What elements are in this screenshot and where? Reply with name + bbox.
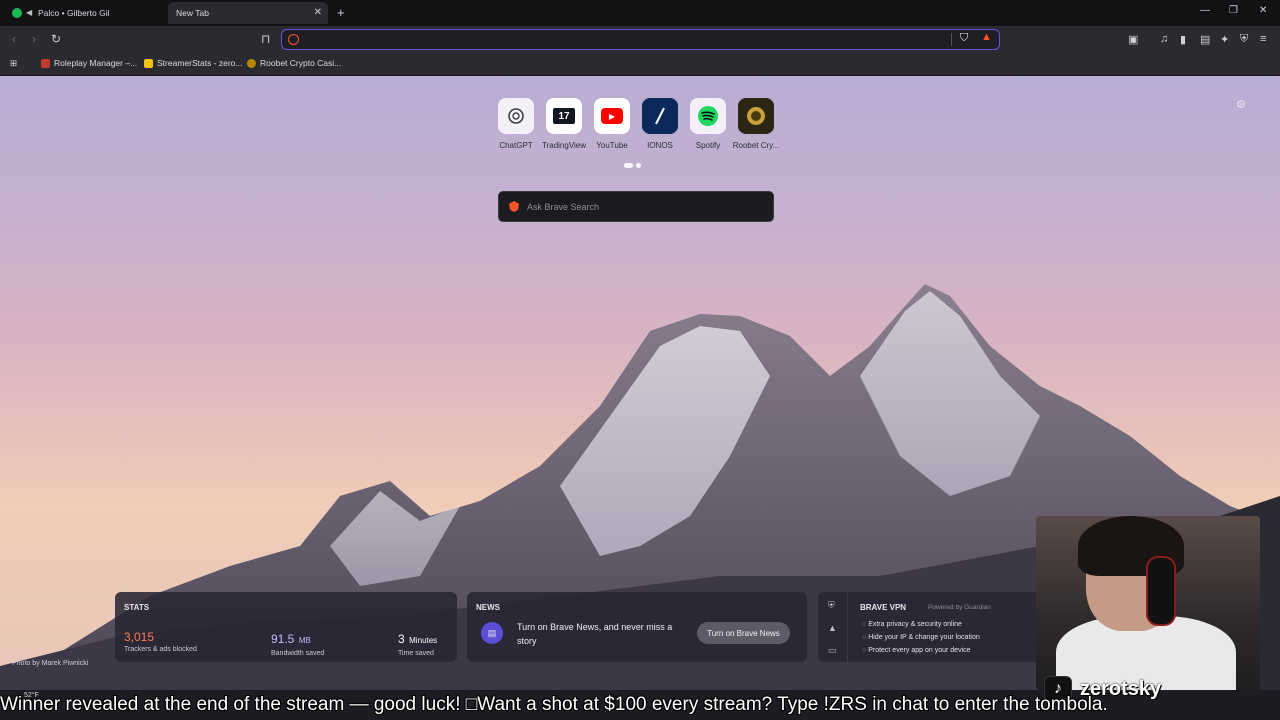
stat-caption: Time saved bbox=[398, 650, 434, 657]
ionos-icon bbox=[642, 98, 678, 134]
brave-rewards-icon[interactable]: ▲ bbox=[981, 31, 992, 43]
stat-value: 3,015 bbox=[124, 630, 155, 644]
top-site-spotify[interactable]: Spotify bbox=[684, 98, 732, 150]
minimize-icon[interactable]: — bbox=[1200, 5, 1210, 16]
search-placeholder: Ask Brave Search bbox=[527, 201, 600, 212]
talk-icon[interactable]: ▭ bbox=[828, 645, 837, 656]
top-site-ionos[interactable]: IONOS bbox=[636, 98, 684, 150]
back-icon[interactable]: ‹ bbox=[12, 32, 16, 46]
photo-credit[interactable]: Photo by Marek Piwnicki bbox=[12, 660, 88, 667]
new-tab-page: ⚙ ChatGPT 17 TradingView ▶ YouTube IONOS bbox=[0, 76, 1280, 690]
widget-title: NEWS bbox=[476, 603, 500, 612]
stat-time-saved: 3 Minutes Time saved bbox=[398, 630, 437, 657]
turn-on-news-button[interactable]: Turn on Brave News bbox=[697, 622, 790, 644]
vpn-feature: Protect every app on your device bbox=[862, 647, 970, 654]
bookmark-favicon bbox=[144, 58, 153, 68]
bookmark-label: Roleplay Manager –... bbox=[54, 58, 138, 68]
top-site-chatgpt[interactable]: ChatGPT bbox=[492, 98, 540, 150]
vpn-feature: Extra privacy & security online bbox=[862, 621, 962, 628]
rewards-triangle-icon[interactable]: ▲ bbox=[828, 623, 837, 633]
stat-value: 91.5 bbox=[271, 632, 295, 646]
roobet-icon bbox=[738, 98, 774, 134]
news-widget: NEWS ▤ Turn on Brave News, and never mis… bbox=[467, 592, 807, 662]
divider bbox=[951, 33, 952, 46]
brave-lion-icon bbox=[509, 201, 519, 212]
top-site-roobet[interactable]: Roobet Cry... bbox=[732, 98, 780, 150]
audio-playing-icon[interactable]: ◀ bbox=[26, 9, 34, 17]
widget-title: STATS bbox=[124, 603, 150, 612]
headset bbox=[1146, 556, 1176, 626]
search-box[interactable]: Ask Brave Search bbox=[498, 191, 774, 222]
top-site-youtube[interactable]: ▶ YouTube bbox=[588, 98, 636, 150]
top-site-label: Spotify bbox=[695, 141, 721, 150]
new-tab-button[interactable]: + bbox=[337, 5, 345, 20]
webcam-overlay bbox=[1036, 516, 1260, 690]
top-sites-pager[interactable] bbox=[624, 163, 641, 168]
news-icon: ▤ bbox=[481, 622, 503, 644]
stat-bandwidth-saved: 91.5 MB Bandwidth saved bbox=[271, 630, 324, 657]
tab-palco[interactable]: ◀ Palco • Gilberto Gil bbox=[4, 2, 164, 24]
tab-strip: ◀ Palco • Gilberto Gil New Tab ✕ + — ❐ ✕ bbox=[0, 0, 1280, 26]
top-site-tradingview[interactable]: 17 TradingView bbox=[540, 98, 588, 150]
chatgpt-icon bbox=[498, 98, 534, 134]
bookmark-roleplay-manager[interactable]: Roleplay Manager –... bbox=[41, 58, 137, 68]
stream-ticker: Winner revealed at the end of the stream… bbox=[0, 694, 1108, 715]
bookmark-favicon bbox=[41, 58, 50, 68]
menu-icon[interactable]: ≡ bbox=[1260, 33, 1266, 45]
bookmark-icon[interactable]: ⊓ bbox=[261, 32, 270, 46]
tab-new-tab[interactable]: New Tab ✕ bbox=[168, 2, 328, 24]
stat-value: 3 bbox=[398, 632, 405, 646]
apps-grid-icon[interactable]: ⊞ bbox=[10, 58, 17, 69]
vpn-icon[interactable]: ⛨ bbox=[1240, 33, 1248, 46]
tab-title: Palco • Gilberto Gil bbox=[38, 8, 110, 18]
stat-caption: Trackers & ads blocked bbox=[124, 646, 197, 653]
leo-ai-icon[interactable]: ✦ bbox=[1220, 33, 1229, 46]
vpn-shield-icon[interactable]: ⛨ bbox=[828, 600, 835, 611]
reload-icon[interactable]: ↻ bbox=[51, 32, 61, 46]
bookmarks-bar: ⊞ Roleplay Manager –... StreamerStats - … bbox=[0, 54, 1280, 76]
browser-toolbar: ‹ › ↻ ⊓ ⛉ ▲ ▣ ♫ ▮ ▤ ✦ ⛨ ≡ bbox=[0, 26, 1280, 54]
bookmark-label: Roobet Crypto Casi... bbox=[260, 58, 342, 68]
spotify-icon bbox=[12, 8, 22, 18]
wallet-icon[interactable]: ▤ bbox=[1200, 33, 1210, 46]
close-tab-icon[interactable]: ✕ bbox=[314, 7, 322, 18]
brave-lion-icon bbox=[288, 34, 299, 45]
bookmark-roobet[interactable]: Roobet Crypto Casi... bbox=[247, 58, 341, 68]
stat-unit: Minutes bbox=[409, 636, 438, 645]
bookmark-label: StreamerStats - zero... bbox=[157, 58, 243, 68]
top-sites: ChatGPT 17 TradingView ▶ YouTube IONOS S… bbox=[492, 98, 780, 150]
media-icon[interactable]: ♫ bbox=[1160, 33, 1168, 45]
top-site-label: IONOS bbox=[647, 141, 673, 150]
pager-dot[interactable] bbox=[636, 163, 641, 168]
widget-switcher: ⛨ ▲ ▭ bbox=[818, 592, 848, 662]
sidebar-panel-icon[interactable]: ▣ bbox=[1128, 33, 1138, 46]
customize-settings-icon[interactable]: ⚙ bbox=[1236, 98, 1246, 111]
bookmark-streamerstats[interactable]: StreamerStats - zero... bbox=[144, 58, 243, 68]
spotify-icon bbox=[690, 98, 726, 134]
stat-trackers-blocked: 3,015 Trackers & ads blocked bbox=[124, 630, 197, 653]
news-promo-text: Turn on Brave News, and never miss a sto… bbox=[517, 622, 673, 646]
top-site-label: ChatGPT bbox=[499, 141, 533, 150]
vpn-widget: ⛨ ▲ ▭ BRAVE VPN Powered by Guardian Extr… bbox=[818, 592, 1048, 662]
bookmark-favicon bbox=[247, 58, 256, 68]
close-window-icon[interactable]: ✕ bbox=[1259, 5, 1267, 16]
stat-caption: Bandwidth saved bbox=[271, 650, 325, 657]
youtube-icon: ▶ bbox=[594, 98, 630, 134]
address-bar[interactable]: ⛉ ▲ bbox=[281, 29, 1000, 50]
top-site-label: YouTube bbox=[596, 141, 628, 150]
maximize-icon[interactable]: ❐ bbox=[1229, 5, 1238, 16]
vpn-feature: Hide your IP & change your location bbox=[862, 634, 980, 641]
vpn-powered-by: Powered by Guardian bbox=[928, 604, 991, 611]
tradingview-icon: 17 bbox=[546, 98, 582, 134]
top-site-label: TradingView bbox=[541, 141, 587, 150]
forward-icon[interactable]: › bbox=[32, 32, 36, 46]
top-site-label: Roobet Cry... bbox=[732, 141, 780, 150]
widget-title: BRAVE VPN bbox=[860, 603, 907, 612]
stat-unit: MB bbox=[298, 636, 311, 645]
stats-widget: STATS 3,015 Trackers & ads blocked 91.5 … bbox=[115, 592, 457, 662]
tab-title: New Tab bbox=[176, 8, 209, 18]
sidebar-icon[interactable]: ▮ bbox=[1180, 33, 1186, 46]
pager-dot-active[interactable] bbox=[624, 163, 633, 168]
brave-shields-icon[interactable]: ⛉ bbox=[960, 32, 968, 45]
